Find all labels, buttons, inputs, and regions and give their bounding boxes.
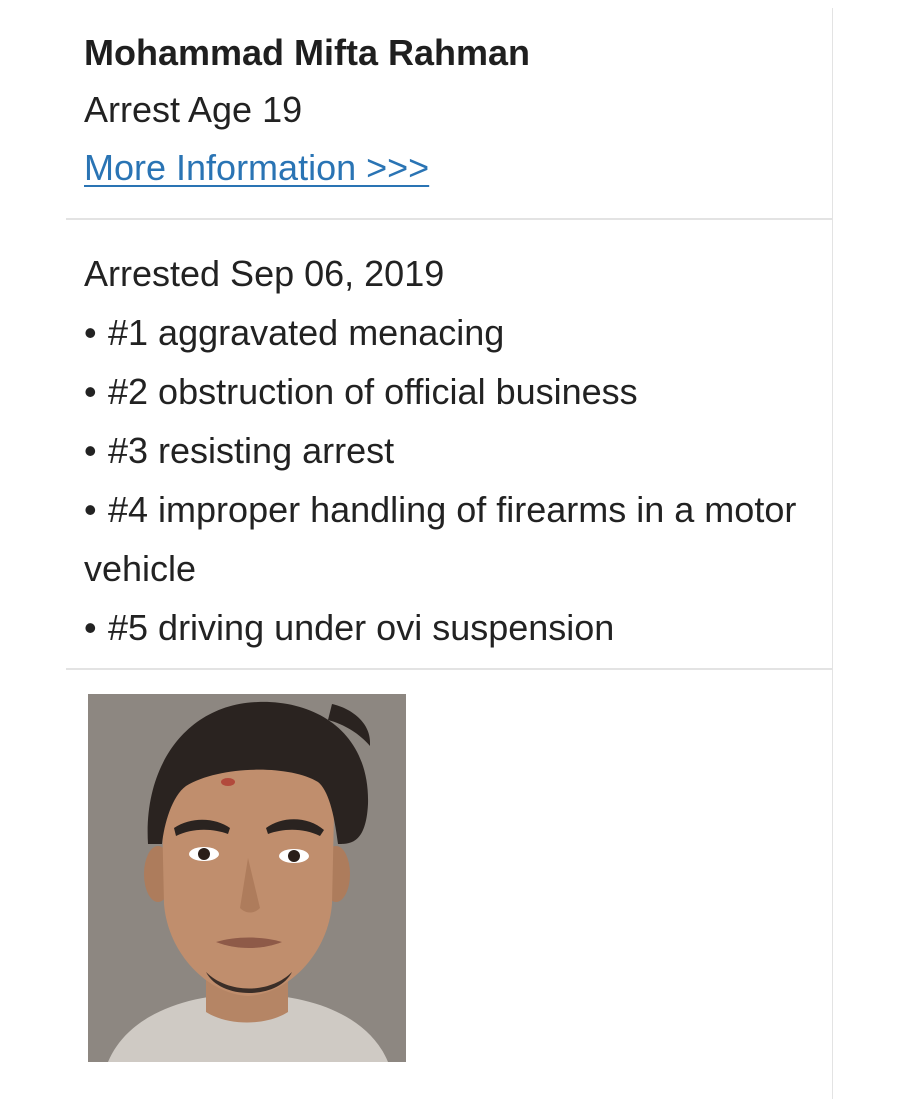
more-information-link[interactable]: More Information >>> (84, 140, 429, 196)
charge-text: #2 obstruction of official business (108, 371, 638, 412)
charges-section: Arrested Sep 06, 2019 • #1 aggravated men… (66, 220, 832, 670)
photo-section (66, 670, 832, 1062)
bullet-icon: • (84, 489, 97, 530)
charge-item: • #4 improper handling of firearms in a m… (84, 480, 832, 598)
bullet-icon: • (84, 371, 97, 412)
bullet-icon: • (84, 607, 97, 648)
charge-text: #3 resisting arrest (108, 430, 395, 471)
charge-list: • #1 aggravated menacing • #2 obstruction … (84, 303, 832, 657)
arrest-age-value: 19 (262, 89, 303, 130)
person-name: Mohammad Mifta Rahman (84, 32, 531, 73)
bullet-icon: • (84, 430, 97, 471)
charge-text: #4 improper handling of firearms in a mo… (84, 489, 797, 589)
right-border (832, 8, 833, 1099)
charge-text: #1 aggravated menacing (108, 312, 505, 353)
charge-item: • #2 obstruction of official business (84, 362, 832, 421)
arrest-record-card: Mohammad Mifta Rahman Arrest Age 19 More… (66, 0, 832, 1062)
charge-item: • #5 driving under ovi suspension (84, 598, 832, 657)
bullet-icon: • (84, 312, 97, 353)
charge-text: #5 driving under ovi suspension (108, 607, 615, 648)
arrest-age-label: Arrest Age (84, 89, 263, 130)
charge-item: • #1 aggravated menacing (84, 303, 832, 362)
charge-item: • #3 resisting arrest (84, 421, 832, 480)
arrest-date: Arrested Sep 06, 2019 (84, 253, 445, 294)
person-header: Mohammad Mifta Rahman Arrest Age 19 More… (66, 0, 832, 220)
mugshot-image[interactable] (88, 694, 406, 1062)
arrest-age-line: Arrest Age 19 (84, 80, 832, 140)
